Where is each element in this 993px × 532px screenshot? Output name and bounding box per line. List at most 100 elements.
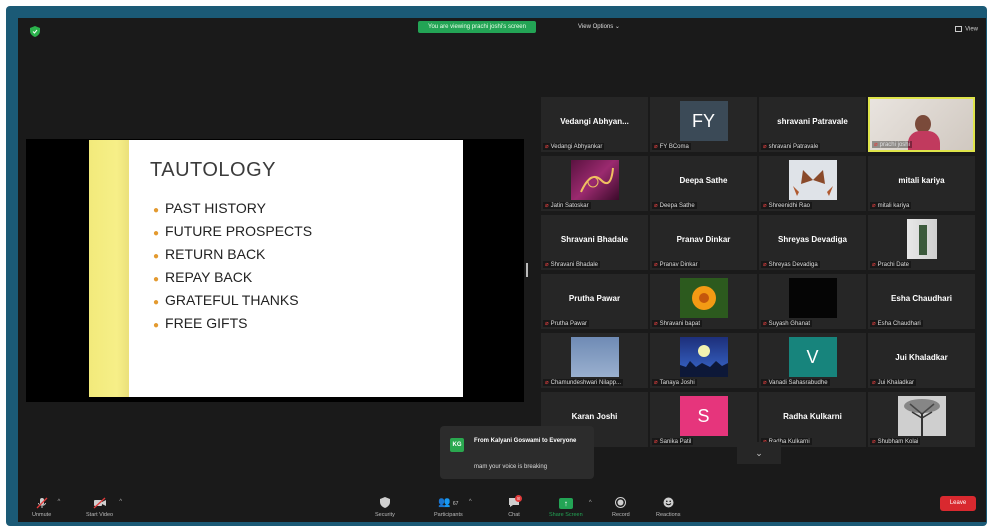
participant-tile[interactable]: ⌀ Shubham Kolai: [868, 392, 975, 447]
participant-tile[interactable]: FY ⌀ FY BComa: [650, 97, 757, 152]
participant-name: Sanika Patil: [659, 439, 692, 445]
shared-screen: TAUTOLOGY ● PAST HISTORY ● FUTURE PROSPECT…: [26, 139, 524, 402]
muted-mic-icon: ⌀: [654, 203, 658, 209]
participant-name-label: ⌀ Tanaya Joshi: [652, 379, 697, 386]
bullet-text: PAST HISTORY: [165, 200, 266, 216]
participant-display-name: Prutha Pawar: [568, 294, 621, 303]
chat-button[interactable]: 8 Chat: [508, 495, 522, 518]
participant-name: FY BComa: [659, 144, 689, 150]
participant-name: prachi joshi: [879, 142, 910, 148]
participant-name-label: ⌀ Jatin Satoskar: [543, 202, 591, 209]
participant-display-name: Esha Chaudhari: [891, 294, 952, 303]
participant-tile[interactable]: Jui Khaladkar ⌀ Jui Khaladkar: [868, 333, 975, 388]
share-screen-icon: ↑: [558, 498, 573, 509]
muted-mic-icon: ⌀: [654, 144, 658, 150]
unmute-label: Unmute: [32, 512, 52, 518]
participant-tile[interactable]: Shreyas Devadiga ⌀ Shreyas Devadiga: [759, 215, 866, 270]
slide-bullet: ● REPAY BACK: [153, 267, 312, 290]
participant-name-label: ⌀ Vanadi Sahasrabudhe: [761, 379, 830, 386]
muted-mic-icon: ⌀: [545, 203, 549, 209]
participant-tile[interactable]: Deepa Sathe ⌀ Deepa Sathe: [650, 156, 757, 211]
bullet-icon: ●: [153, 274, 160, 285]
participant-tile[interactable]: Esha Chaudhari ⌀ Esha Chaudhari: [868, 274, 975, 329]
muted-mic-icon: ⌀: [654, 439, 658, 445]
participant-tile[interactable]: shravani Patravale ⌀ shravani Patravale: [759, 97, 866, 152]
bullet-icon: ●: [153, 320, 160, 331]
participant-display-name: Jui Khaladkar: [895, 353, 948, 362]
participant-name: Tanaya Joshi: [659, 380, 695, 386]
chevron-down-icon: ⌄: [755, 448, 763, 458]
participant-tile[interactable]: ⌀ Jatin Satoskar: [541, 156, 648, 211]
participants-button[interactable]: 👥 67 Participants ^: [434, 497, 472, 518]
leave-button[interactable]: Leave: [940, 496, 976, 511]
bullet-icon: ●: [153, 251, 160, 262]
slide-bullet: ● GRATEFUL THANKS: [153, 290, 312, 313]
muted-microphone-icon: [32, 497, 51, 509]
reactions-label: Reactions: [656, 512, 681, 518]
participant-tile[interactable]: ⌀ prachi joshi: [868, 97, 975, 152]
participant-tile[interactable]: V ⌀ Vanadi Sahasrabudhe: [759, 333, 866, 388]
muted-mic-icon: ⌀: [763, 321, 767, 327]
participant-name-label: ⌀ Shreyas Devadiga: [761, 261, 820, 268]
participant-name-label: ⌀ mitali kariya: [870, 202, 912, 209]
view-options-button[interactable]: View Options ⌄: [578, 21, 620, 33]
shield-icon[interactable]: [30, 26, 40, 37]
muted-mic-icon: ⌀: [654, 321, 658, 327]
slide-bullet: ● FREE GIFTS: [153, 313, 312, 336]
muted-mic-icon: ⌀: [545, 321, 549, 327]
participant-display-name: Vedangi Abhyan...: [560, 117, 629, 126]
muted-mic-icon: ⌀: [654, 262, 658, 268]
participant-tile[interactable]: mitali kariya ⌀ mitali kariya: [868, 156, 975, 211]
participant-name: Chamundeshwari Nilapp...: [550, 380, 621, 386]
participant-name: Suyash Ghanat: [768, 321, 810, 327]
muted-mic-icon: ⌀: [763, 380, 767, 386]
participant-name-label: ⌀ Shreenidhi Rao: [761, 202, 812, 209]
participant-name-label: ⌀ shravani Patravale: [761, 143, 821, 150]
participant-avatar: V: [788, 337, 837, 377]
muted-mic-icon: ⌀: [654, 380, 658, 386]
participant-avatar: S: [679, 396, 728, 436]
share-screen-button[interactable]: ↑ Share Screen ^: [549, 498, 592, 518]
chevron-up-icon[interactable]: ^: [57, 499, 60, 505]
participant-name: Shravani Bhadale: [550, 262, 598, 268]
participant-name: shravani Patravale: [768, 144, 819, 150]
participant-tile[interactable]: Prutha Pawar ⌀ Prutha Pawar: [541, 274, 648, 329]
participant-name: Esha Chaudhari: [877, 321, 921, 327]
bullet-icon: ●: [153, 205, 160, 216]
participant-name: Shravani bapat: [659, 321, 700, 327]
security-button[interactable]: Security: [375, 497, 395, 518]
unmute-button[interactable]: Unmute ^: [32, 497, 60, 518]
chevron-up-icon[interactable]: ^: [469, 499, 472, 505]
presentation-slide: TAUTOLOGY ● PAST HISTORY ● FUTURE PROSPECT…: [89, 140, 463, 397]
gallery-next-page[interactable]: ⌄: [737, 442, 781, 464]
participant-tile[interactable]: ⌀ Tanaya Joshi: [650, 333, 757, 388]
view-button[interactable]: View: [955, 26, 978, 33]
bullet-text: FUTURE PROSPECTS: [165, 223, 313, 239]
participant-tile[interactable]: Pranav Dinkar ⌀ Pranav Dinkar: [650, 215, 757, 270]
participant-tile[interactable]: ⌀ Prachi Date: [868, 215, 975, 270]
participant-name-label: ⌀ Chamundeshwari Nilapp...: [543, 379, 623, 386]
bullet-text: REPAY BACK: [165, 269, 253, 285]
split-view-handle[interactable]: [526, 263, 528, 277]
participant-tile[interactable]: Radha Kulkarni⌀Radha Kulkarni: [759, 392, 866, 447]
chat-notification[interactable]: KG From Kalyani Goswami to Everyone mam …: [440, 426, 594, 479]
participant-name-label: ⌀ Jui Khaladkar: [870, 379, 916, 386]
record-button[interactable]: Record: [612, 497, 630, 518]
security-label: Security: [375, 512, 395, 518]
participant-tile[interactable]: ⌀ Suyash Ghanat: [759, 274, 866, 329]
chevron-up-icon[interactable]: ^: [119, 499, 122, 505]
record-icon: [612, 497, 630, 509]
reactions-button[interactable]: Reactions: [656, 497, 680, 518]
participant-tile[interactable]: ⌀ Shreenidhi Rao: [759, 156, 866, 211]
participant-tile[interactable]: S ⌀ Sanika Patil: [650, 392, 757, 447]
share-screen-label: Share Screen: [549, 512, 583, 518]
participant-tile[interactable]: Shravani Bhadale ⌀ Shravani Bhadale: [541, 215, 648, 270]
bullet-icon: ●: [153, 228, 160, 239]
participant-tile[interactable]: Vedangi Abhyan... ⌀ Vedangi Abhyankar: [541, 97, 648, 152]
participant-tile[interactable]: ⌀ Shravani bapat: [650, 274, 757, 329]
view-label: View: [965, 26, 978, 33]
chevron-up-icon[interactable]: ^: [589, 500, 592, 506]
participants-count: 67: [452, 501, 459, 507]
participant-tile[interactable]: ⌀ Chamundeshwari Nilapp...: [541, 333, 648, 388]
start-video-button[interactable]: Start Video ^: [86, 497, 122, 518]
